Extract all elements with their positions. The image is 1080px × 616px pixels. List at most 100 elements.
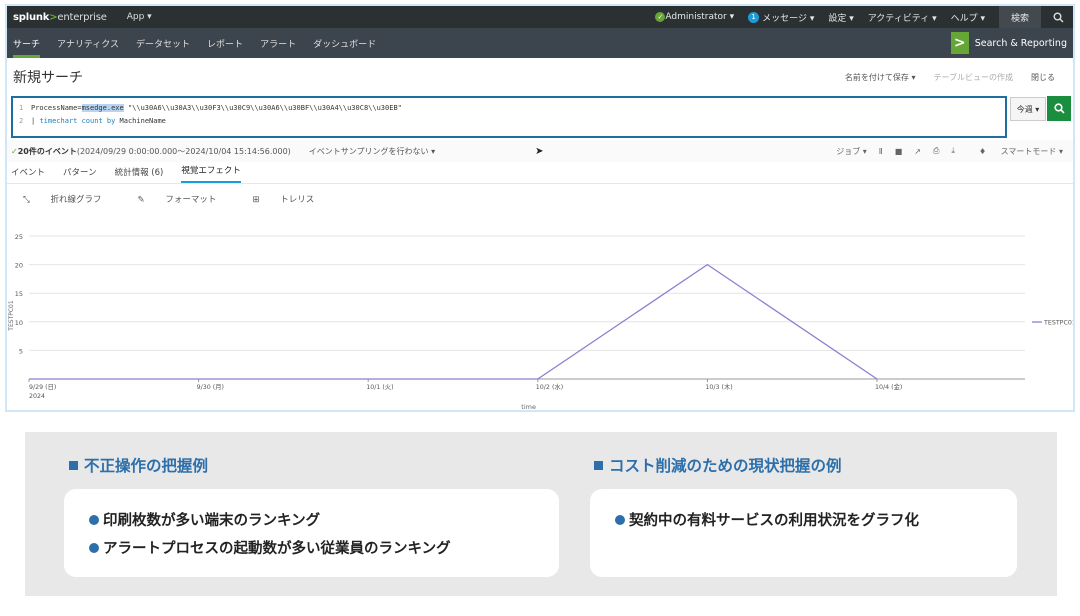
tab-visualization[interactable]: 視覚エフェクト <box>181 164 241 183</box>
save-as-button[interactable]: 名前を付けて保存 ▾ <box>845 72 916 83</box>
left-card: 印刷枚数が多い端末のランキング アラートプロセスの起動数が多い従業員のランキング <box>64 489 559 577</box>
grid-icon: ⊞ <box>252 195 263 205</box>
share-icon[interactable]: ↗ <box>914 147 921 156</box>
y-tick-label: 5 <box>19 347 23 355</box>
left-item-2: アラートプロセスの起動数が多い従業員のランキング <box>89 537 451 558</box>
nav-dashboards[interactable]: ダッシュボード <box>313 28 376 58</box>
sampling-menu[interactable]: イベントサンプリングを行わない ▾ <box>309 146 435 157</box>
square-bullet-icon <box>69 460 78 470</box>
status-row: ✓20件のイベント (2024/09/29 0:00:00.000～2024/1… <box>7 140 1073 162</box>
app-brand[interactable]: > Search & Reporting <box>950 32 1067 54</box>
y-tick-label: 25 <box>15 233 23 241</box>
left-item-2-text: アラートプロセスの起動数が多い従業員のランキング <box>103 541 451 557</box>
chart-type-label: 折れ線グラフ <box>50 195 102 205</box>
activity-menu[interactable]: アクティビティ ▾ <box>868 11 937 24</box>
stop-icon[interactable]: ■ <box>895 147 903 156</box>
left-item-1-text: 印刷枚数が多い端末のランキング <box>103 513 321 529</box>
smart-mode-menu[interactable]: ♦ スマートモード ▾ <box>967 146 1063 157</box>
line-number: 1 <box>19 104 24 112</box>
trellis-menu[interactable]: ⊞ トレリス <box>252 193 332 205</box>
title-actions: 名前を付けて保存 ▾ テーブルビューの作成 閉じる <box>845 72 1073 83</box>
page-title: 新規サーチ <box>13 70 83 86</box>
search-query-input[interactable]: 1 ProcessName=msedge.exe "\\u30A6\\u30A3\… <box>11 96 1007 138</box>
right-heading: コスト削減のための現状把握の例 <box>594 454 842 476</box>
nav-analytics[interactable]: アナリティクス <box>57 28 119 58</box>
nav-search[interactable]: サーチ <box>13 28 41 58</box>
splunk-window: splunk>enterprise App ▾ ✓ Administrator … <box>5 4 1075 412</box>
top-search-label[interactable]: 検索 <box>998 6 1041 28</box>
query-command: timechart <box>39 117 78 125</box>
splunk-logo[interactable]: splunk>enterprise <box>13 12 107 23</box>
tab-statistics[interactable]: 統計情報 (6) <box>115 166 164 183</box>
help-menu[interactable]: ヘルプ ▾ <box>951 11 985 24</box>
square-bullet-icon <box>594 460 603 470</box>
title-bar: 新規サーチ 名前を付けて保存 ▾ テーブルビューの作成 閉じる <box>7 58 1073 96</box>
right-heading-text: コスト削減のための現状把握の例 <box>609 457 842 475</box>
settings-menu[interactable]: 設定 ▾ <box>828 11 853 24</box>
left-heading-text: 不正操作の把握例 <box>84 457 209 475</box>
x-tick-label: 10/4 (金) <box>875 382 902 391</box>
tab-events[interactable]: イベント <box>11 166 45 183</box>
time-range-picker[interactable]: 今週 ▾ <box>1010 97 1046 121</box>
query-selected-text: msedge.exe <box>81 104 124 112</box>
close-button[interactable]: 閉じる <box>1031 72 1055 83</box>
y-tick-label: 15 <box>15 290 23 298</box>
tab-patterns[interactable]: パターン <box>63 166 97 183</box>
pause-icon[interactable]: Ⅱ <box>879 147 883 156</box>
top-bar: splunk>enterprise App ▾ ✓ Administrator … <box>7 6 1073 28</box>
app-brand-label: Search & Reporting <box>974 37 1067 49</box>
smart-mode-label: スマートモード ▾ <box>1000 146 1063 156</box>
nav-datasets[interactable]: データセット <box>136 28 190 58</box>
chart-type-menu[interactable]: ⤡ 折れ線グラフ <box>23 193 120 205</box>
logo-suffix: enterprise <box>57 11 107 23</box>
event-count: ✓20件のイベント <box>11 146 77 157</box>
x-tick-label: 10/2 (水) <box>536 382 563 391</box>
bulb-icon: ♦ <box>978 146 989 156</box>
dot-bullet-icon <box>89 514 99 525</box>
format-label: フォーマット <box>165 195 217 205</box>
search-submit-button[interactable] <box>1047 96 1071 121</box>
nav-alerts[interactable]: アラート <box>260 28 296 58</box>
top-right-nav: ✓ Administrator ▾ 1 メッセージ ▾ 設定 ▾ アクティビティ … <box>655 6 1073 28</box>
logo-brand: splunk <box>13 11 50 23</box>
line-chart-icon: ⤡ <box>23 195 33 205</box>
format-menu[interactable]: ✎ フォーマット <box>138 193 235 205</box>
result-tabs: イベント パターン 統計情報 (6) 視覚エフェクト <box>7 162 1073 184</box>
pencil-icon: ✎ <box>137 195 148 205</box>
mouse-cursor-icon: ➤ <box>535 145 544 157</box>
x-tick-label: 10/1 (火) <box>366 384 393 391</box>
trellis-label: トレリス <box>280 195 315 205</box>
x-year-label: 2024 <box>29 393 45 400</box>
create-table-button[interactable]: テーブルビューの作成 <box>933 72 1013 83</box>
y-tick-label: 20 <box>15 262 23 270</box>
messages-menu[interactable]: 1 メッセージ ▾ <box>748 11 814 24</box>
export-icon[interactable]: ⤓ <box>951 146 955 156</box>
x-axis-title: _time <box>517 403 536 411</box>
dot-bullet-icon <box>615 514 625 525</box>
dot-bullet-icon <box>89 542 99 553</box>
line-number: 2 <box>19 117 24 125</box>
left-item-1: 印刷枚数が多い端末のランキング <box>89 509 320 530</box>
slide: splunk>enterprise App ▾ ✓ Administrator … <box>0 0 1080 616</box>
right-card: 契約中の有料サービスの利用状況をグラフ化 <box>590 489 1017 577</box>
query-line-1: 1 ProcessName=msedge.exe "\\u30A6\\u30A3\… <box>19 102 1005 115</box>
query-by-field: MachineName <box>115 117 166 125</box>
search-icon[interactable] <box>1051 12 1065 23</box>
job-menu[interactable]: ジョブ ▾ <box>836 146 867 157</box>
messages-label: メッセージ ▾ <box>762 13 815 24</box>
chart-svg: 5 10 15 20 25 9/29 (日) 9/30 (月) 10/1 (火) 10/2 (水… <box>8 233 1073 411</box>
right-item-1-text: 契約中の有料サービスの利用状況をグラフ化 <box>629 513 919 529</box>
query-string: "\\u30A6\\u30A3\\u30F3\\u30C9\\u30A6\\u3… <box>123 104 402 112</box>
query-by: by <box>102 117 116 125</box>
viz-toolbar: ⤡ 折れ線グラフ ✎ フォーマット ⊞ トレリス <box>7 184 1073 214</box>
nav-reports[interactable]: レポート <box>207 28 243 58</box>
app-menu[interactable]: App ▾ <box>127 12 152 22</box>
admin-menu[interactable]: Administrator ▾ <box>665 12 734 22</box>
event-count-label: 20件のイベント <box>17 146 77 156</box>
check-circle-icon: ✓ <box>655 12 666 22</box>
job-tools: ジョブ ▾ Ⅱ ■ ↗ ⎙ ⤓ ♦ スマートモード ▾ <box>824 146 1063 157</box>
timechart: 5 10 15 20 25 9/29 (日) 9/30 (月) 10/1 (火) 10/2 (水… <box>7 216 1073 411</box>
check-icon: ✓ <box>11 146 18 156</box>
print-icon[interactable]: ⎙ <box>933 146 939 156</box>
x-tick-label: 10/3 (木) <box>705 382 732 391</box>
